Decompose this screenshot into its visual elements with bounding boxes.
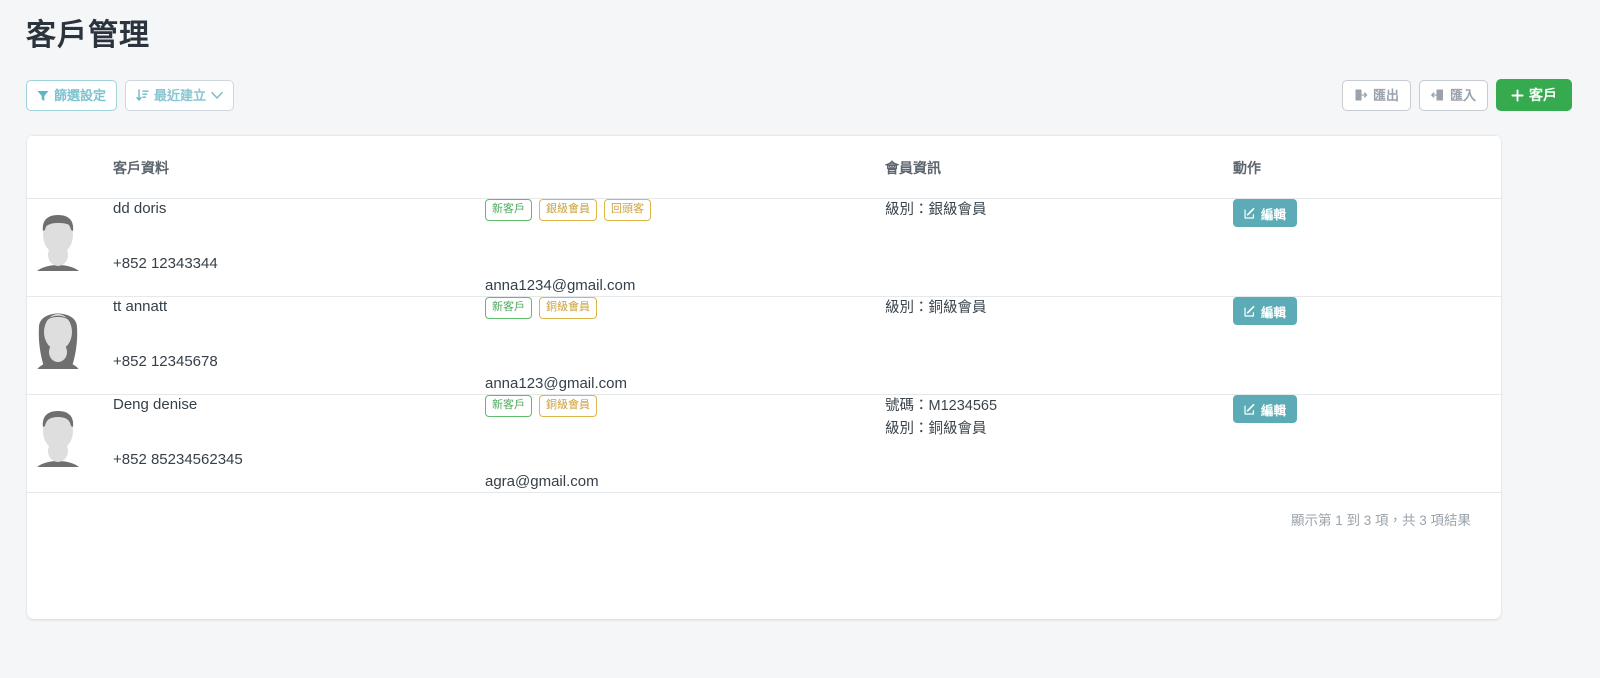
filter-icon: [37, 90, 49, 102]
edit-button[interactable]: 編輯: [1233, 395, 1298, 423]
cell-avatar: [27, 296, 113, 395]
filter-settings-button[interactable]: 篩選設定: [26, 80, 118, 111]
member-level: 級別：銅級會員: [885, 421, 987, 437]
table-header-row: 客戶資料 會員資訊 動作: [27, 135, 1501, 199]
add-customer-label: 客戶: [1529, 87, 1557, 103]
pencil-icon: [1244, 207, 1256, 219]
tag-member-level: 銅級會員: [539, 297, 597, 319]
toolbar-left: 篩選設定 最近建立: [26, 80, 235, 111]
customer-name: dd doris: [113, 200, 167, 217]
export-icon: [1354, 88, 1368, 102]
column-header-customer: 客戶資料: [113, 135, 485, 199]
tag-member-level: 銀級會員: [539, 199, 597, 221]
add-customer-button[interactable]: 客戶: [1496, 79, 1572, 111]
import-button[interactable]: 匯入: [1418, 79, 1488, 111]
customer-table-card: 客戶資料 會員資訊 動作 dd doris +852 12343344 新客戶 …: [27, 135, 1501, 619]
avatar: [27, 395, 89, 467]
sort-button[interactable]: 最近建立: [125, 80, 235, 111]
customer-email: anna1234@gmail.com: [485, 277, 636, 294]
cell-tags: 新客戶 銅級會員 agra@gmail.com: [485, 394, 885, 493]
tag-member-level: 銅級會員: [539, 395, 597, 417]
avatar: [27, 199, 89, 271]
pencil-icon: [1244, 305, 1256, 317]
import-label: 匯入: [1449, 87, 1476, 103]
pencil-icon: [1244, 403, 1256, 415]
cell-action: 編輯: [1233, 296, 1501, 395]
customer-table: 客戶資料 會員資訊 動作 dd doris +852 12343344 新客戶 …: [27, 135, 1501, 493]
plus-icon: [1511, 88, 1524, 102]
customer-phone: +852 12345678: [113, 353, 218, 370]
column-header-tags: [485, 135, 885, 199]
sort-button-label: 最近建立: [154, 88, 207, 103]
customer-email: agra@gmail.com: [485, 473, 599, 490]
customer-phone: +852 12343344: [113, 255, 218, 272]
cell-tags: 新客戶 銀級會員 回頭客 anna1234@gmail.com: [485, 198, 885, 297]
member-level: 級別：銀級會員: [885, 202, 987, 218]
column-header-member: 會員資訊: [885, 135, 1233, 199]
member-number: 號碼：M1234565: [885, 398, 998, 414]
member-level: 級別：銅級會員: [885, 300, 987, 316]
customer-management-page: 客戶管理 篩選設定 最近建立 匯出 匯入 客戶 客戶資料 會員資訊 動作 dd …: [0, 0, 1600, 678]
cell-customer: Deng denise +852 85234562345: [113, 394, 485, 493]
tag-returning-customer: 回頭客: [604, 199, 651, 221]
table-body: dd doris +852 12343344 新客戶 銀級會員 回頭客 anna…: [27, 198, 1501, 493]
tag-new-customer: 新客戶: [485, 297, 532, 319]
edit-button[interactable]: 編輯: [1233, 199, 1298, 227]
cell-member-info: 級別：銅級會員: [885, 296, 1233, 395]
export-button[interactable]: 匯出: [1341, 79, 1411, 111]
cell-avatar: [27, 198, 113, 297]
import-icon: [1431, 88, 1445, 102]
edit-button[interactable]: 編輯: [1233, 297, 1298, 325]
customer-name: tt annatt: [113, 298, 168, 315]
page-title: 客戶管理: [26, 19, 150, 52]
cell-member-info: 級別：銀級會員: [885, 198, 1233, 297]
edit-button-label: 編輯: [1261, 403, 1287, 418]
sort-desc-icon: [136, 89, 149, 102]
table-head: 客戶資料 會員資訊 動作: [27, 135, 1501, 199]
table-row[interactable]: Deng denise +852 85234562345 新客戶 銅級會員 ag…: [27, 394, 1501, 493]
edit-button-label: 編輯: [1261, 305, 1287, 320]
tag-new-customer: 新客戶: [485, 199, 532, 221]
tag-list: 新客戶 銅級會員: [485, 395, 885, 417]
chevron-down-icon: [211, 91, 223, 100]
export-label: 匯出: [1372, 87, 1399, 103]
tag-new-customer: 新客戶: [485, 395, 532, 417]
filter-settings-label: 篩選設定: [54, 88, 107, 103]
cell-action: 編輯: [1233, 198, 1501, 297]
tag-list: 新客戶 銅級會員: [485, 297, 885, 319]
tag-list: 新客戶 銀級會員 回頭客: [485, 199, 885, 221]
customer-email: anna123@gmail.com: [485, 375, 627, 392]
pagination-summary: 顯示第 1 到 3 項，共 3 項結果: [1290, 513, 1471, 528]
customer-phone: +852 85234562345: [113, 451, 243, 468]
column-header-avatar: [27, 135, 113, 199]
column-header-action: 動作: [1233, 135, 1501, 199]
cell-avatar: [27, 394, 113, 493]
customer-name: Deng denise: [113, 396, 198, 413]
table-row[interactable]: tt annatt +852 12345678 新客戶 銅級會員 anna123…: [27, 296, 1501, 395]
edit-button-label: 編輯: [1261, 207, 1287, 222]
cell-member-info: 號碼：M1234565 級別：銅級會員: [885, 394, 1233, 493]
cell-customer: dd doris +852 12343344: [113, 198, 485, 297]
toolbar-right: 匯出 匯入 客戶: [1341, 79, 1572, 111]
avatar: [27, 297, 89, 369]
table-row[interactable]: dd doris +852 12343344 新客戶 銀級會員 回頭客 anna…: [27, 198, 1501, 297]
cell-tags: 新客戶 銅級會員 anna123@gmail.com: [485, 296, 885, 395]
cell-action: 編輯: [1233, 394, 1501, 493]
cell-customer: tt annatt +852 12345678: [113, 296, 485, 395]
